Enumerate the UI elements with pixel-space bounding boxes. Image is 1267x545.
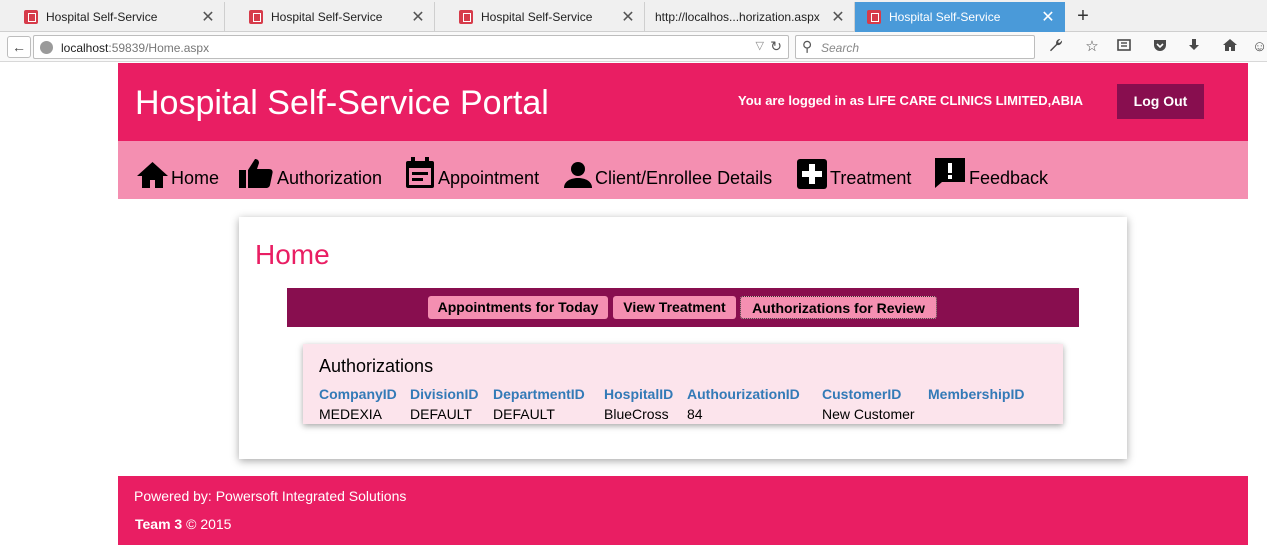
- tab-title: Hospital Self-Service: [481, 10, 593, 24]
- thumbs-up-icon: [239, 159, 273, 188]
- nav-item-home[interactable]: Home: [137, 155, 219, 189]
- site-footer: Powered by: Powersoft Integrated Solutio…: [118, 476, 1248, 545]
- column-header[interactable]: CustomerID: [822, 386, 901, 402]
- login-status: You are logged in as LIFE CARE CLINICS L…: [738, 93, 1084, 108]
- authorizations-panel: Authorizations CompanyID DivisionID Depa…: [303, 344, 1063, 424]
- bookmark-star-icon[interactable]: ☆: [1082, 37, 1102, 57]
- nav-item-authorization[interactable]: Authorization: [239, 155, 382, 189]
- panel-heading: Authorizations: [319, 356, 434, 376]
- team-name: Team 3: [135, 516, 183, 532]
- hospital-favicon-icon: [24, 10, 38, 24]
- tab-title: Hospital Self-Service: [46, 10, 158, 24]
- search-icon: ⚲: [802, 38, 813, 54]
- sub-nav: Appointments for Today View Treatment Au…: [287, 288, 1079, 327]
- content-card: Home Appointments for Today View Treatme…: [239, 217, 1127, 459]
- tab-title: http://localhos...horization.aspx: [655, 10, 820, 24]
- main-nav: Home Authorization Appointment Client/En…: [118, 141, 1248, 199]
- browser-tab-active[interactable]: Hospital Self-Service ✕: [855, 2, 1065, 32]
- table-cell: 84: [687, 406, 703, 422]
- nav-item-label: Appointment: [438, 168, 540, 188]
- site-title: Hospital Self-Service Portal: [135, 84, 549, 122]
- column-header[interactable]: CompanyID: [319, 386, 397, 402]
- nav-item-appointment[interactable]: Appointment: [405, 155, 539, 189]
- hospital-favicon-icon: [867, 10, 881, 24]
- logout-button[interactable]: Log Out: [1117, 84, 1204, 119]
- search-input[interactable]: ⚲ Search: [795, 35, 1035, 59]
- site-header: Hospital Self-Service Portal You are log…: [118, 63, 1248, 141]
- reload-icon[interactable]: ↻: [770, 38, 782, 55]
- tab-title: Hospital Self-Service: [271, 10, 383, 24]
- hospital-favicon-icon: [249, 10, 263, 24]
- browser-tab[interactable]: Hospital Self-Service ✕: [225, 2, 435, 32]
- medical-cross-icon: [797, 159, 827, 189]
- table-cell: DEFAULT: [410, 406, 472, 422]
- table-cell: New Customer: [822, 406, 915, 422]
- globe-icon: [40, 41, 53, 54]
- back-arrow-icon[interactable]: ←: [7, 36, 31, 58]
- nav-item-label: Feedback: [969, 168, 1049, 188]
- feedback-icon: [935, 158, 965, 188]
- search-placeholder: Search: [821, 41, 860, 55]
- url-bar[interactable]: localhost:59839/Home.aspx ▽ ↻: [33, 35, 789, 59]
- person-icon: [564, 162, 592, 188]
- nav-item-label: Home: [171, 168, 220, 188]
- tab-title: Hospital Self-Service: [889, 10, 1001, 24]
- nav-item-client-enrollee[interactable]: Client/Enrollee Details: [564, 155, 772, 189]
- nav-item-treatment[interactable]: Treatment: [797, 155, 911, 189]
- column-header[interactable]: AuthourizationID: [687, 386, 800, 402]
- hospital-favicon-icon: [459, 10, 473, 24]
- table-cell: MEDEXIA: [319, 406, 383, 422]
- table-cell: BlueCross: [604, 406, 669, 422]
- copyright-text: Team 3 © 2015: [135, 516, 231, 532]
- column-header[interactable]: HospitalID: [604, 386, 673, 402]
- browser-tab[interactable]: Hospital Self-Service ✕: [435, 2, 645, 32]
- tab-appointments-today[interactable]: Appointments for Today: [428, 296, 608, 319]
- browser-tab[interactable]: Hospital Self-Service ✕: [0, 2, 225, 32]
- table-cell: DEFAULT: [493, 406, 555, 422]
- close-icon[interactable]: ✕: [828, 7, 848, 27]
- powered-by-text: Powered by: Powersoft Integrated Solutio…: [134, 488, 407, 504]
- close-icon[interactable]: ✕: [618, 7, 638, 27]
- reading-list-icon[interactable]: [1114, 37, 1134, 57]
- browser-tab-bar: Hospital Self-Service ✕ Hospital Self-Se…: [0, 0, 1267, 32]
- pocket-icon[interactable]: [1150, 37, 1170, 57]
- nav-item-label: Client/Enrollee Details: [595, 168, 773, 188]
- column-header[interactable]: DivisionID: [410, 386, 478, 402]
- home-icon: [137, 162, 168, 188]
- nav-item-label: Authorization: [277, 168, 383, 188]
- browser-tab[interactable]: http://localhos...horization.aspx ✕: [645, 2, 855, 32]
- download-icon[interactable]: [1184, 37, 1204, 57]
- wrench-icon[interactable]: [1046, 37, 1066, 57]
- nav-item-feedback[interactable]: Feedback: [934, 155, 1048, 189]
- copyright-year: © 2015: [182, 516, 232, 532]
- close-icon[interactable]: ✕: [408, 7, 428, 27]
- tab-view-treatment[interactable]: View Treatment: [613, 296, 736, 319]
- url-text: localhost:59839/Home.aspx: [61, 41, 210, 55]
- home-browser-icon[interactable]: [1220, 37, 1240, 57]
- tab-authorizations-review[interactable]: Authorizations for Review: [740, 296, 937, 319]
- column-header[interactable]: MembershipID: [928, 386, 1024, 402]
- close-icon[interactable]: ✕: [1038, 7, 1058, 27]
- page-title: Home: [255, 239, 330, 270]
- new-tab-button[interactable]: +: [1070, 4, 1096, 30]
- dropdown-icon[interactable]: ▽: [756, 39, 764, 52]
- overflow-menu-icon[interactable]: ☺: [1252, 37, 1267, 57]
- browser-nav-bar: ← localhost:59839/Home.aspx ▽ ↻ ⚲ Search…: [0, 32, 1267, 62]
- column-header[interactable]: DepartmentID: [493, 386, 585, 402]
- close-icon[interactable]: ✕: [198, 7, 218, 27]
- nav-item-label: Treatment: [830, 168, 912, 188]
- calendar-icon: [406, 157, 434, 188]
